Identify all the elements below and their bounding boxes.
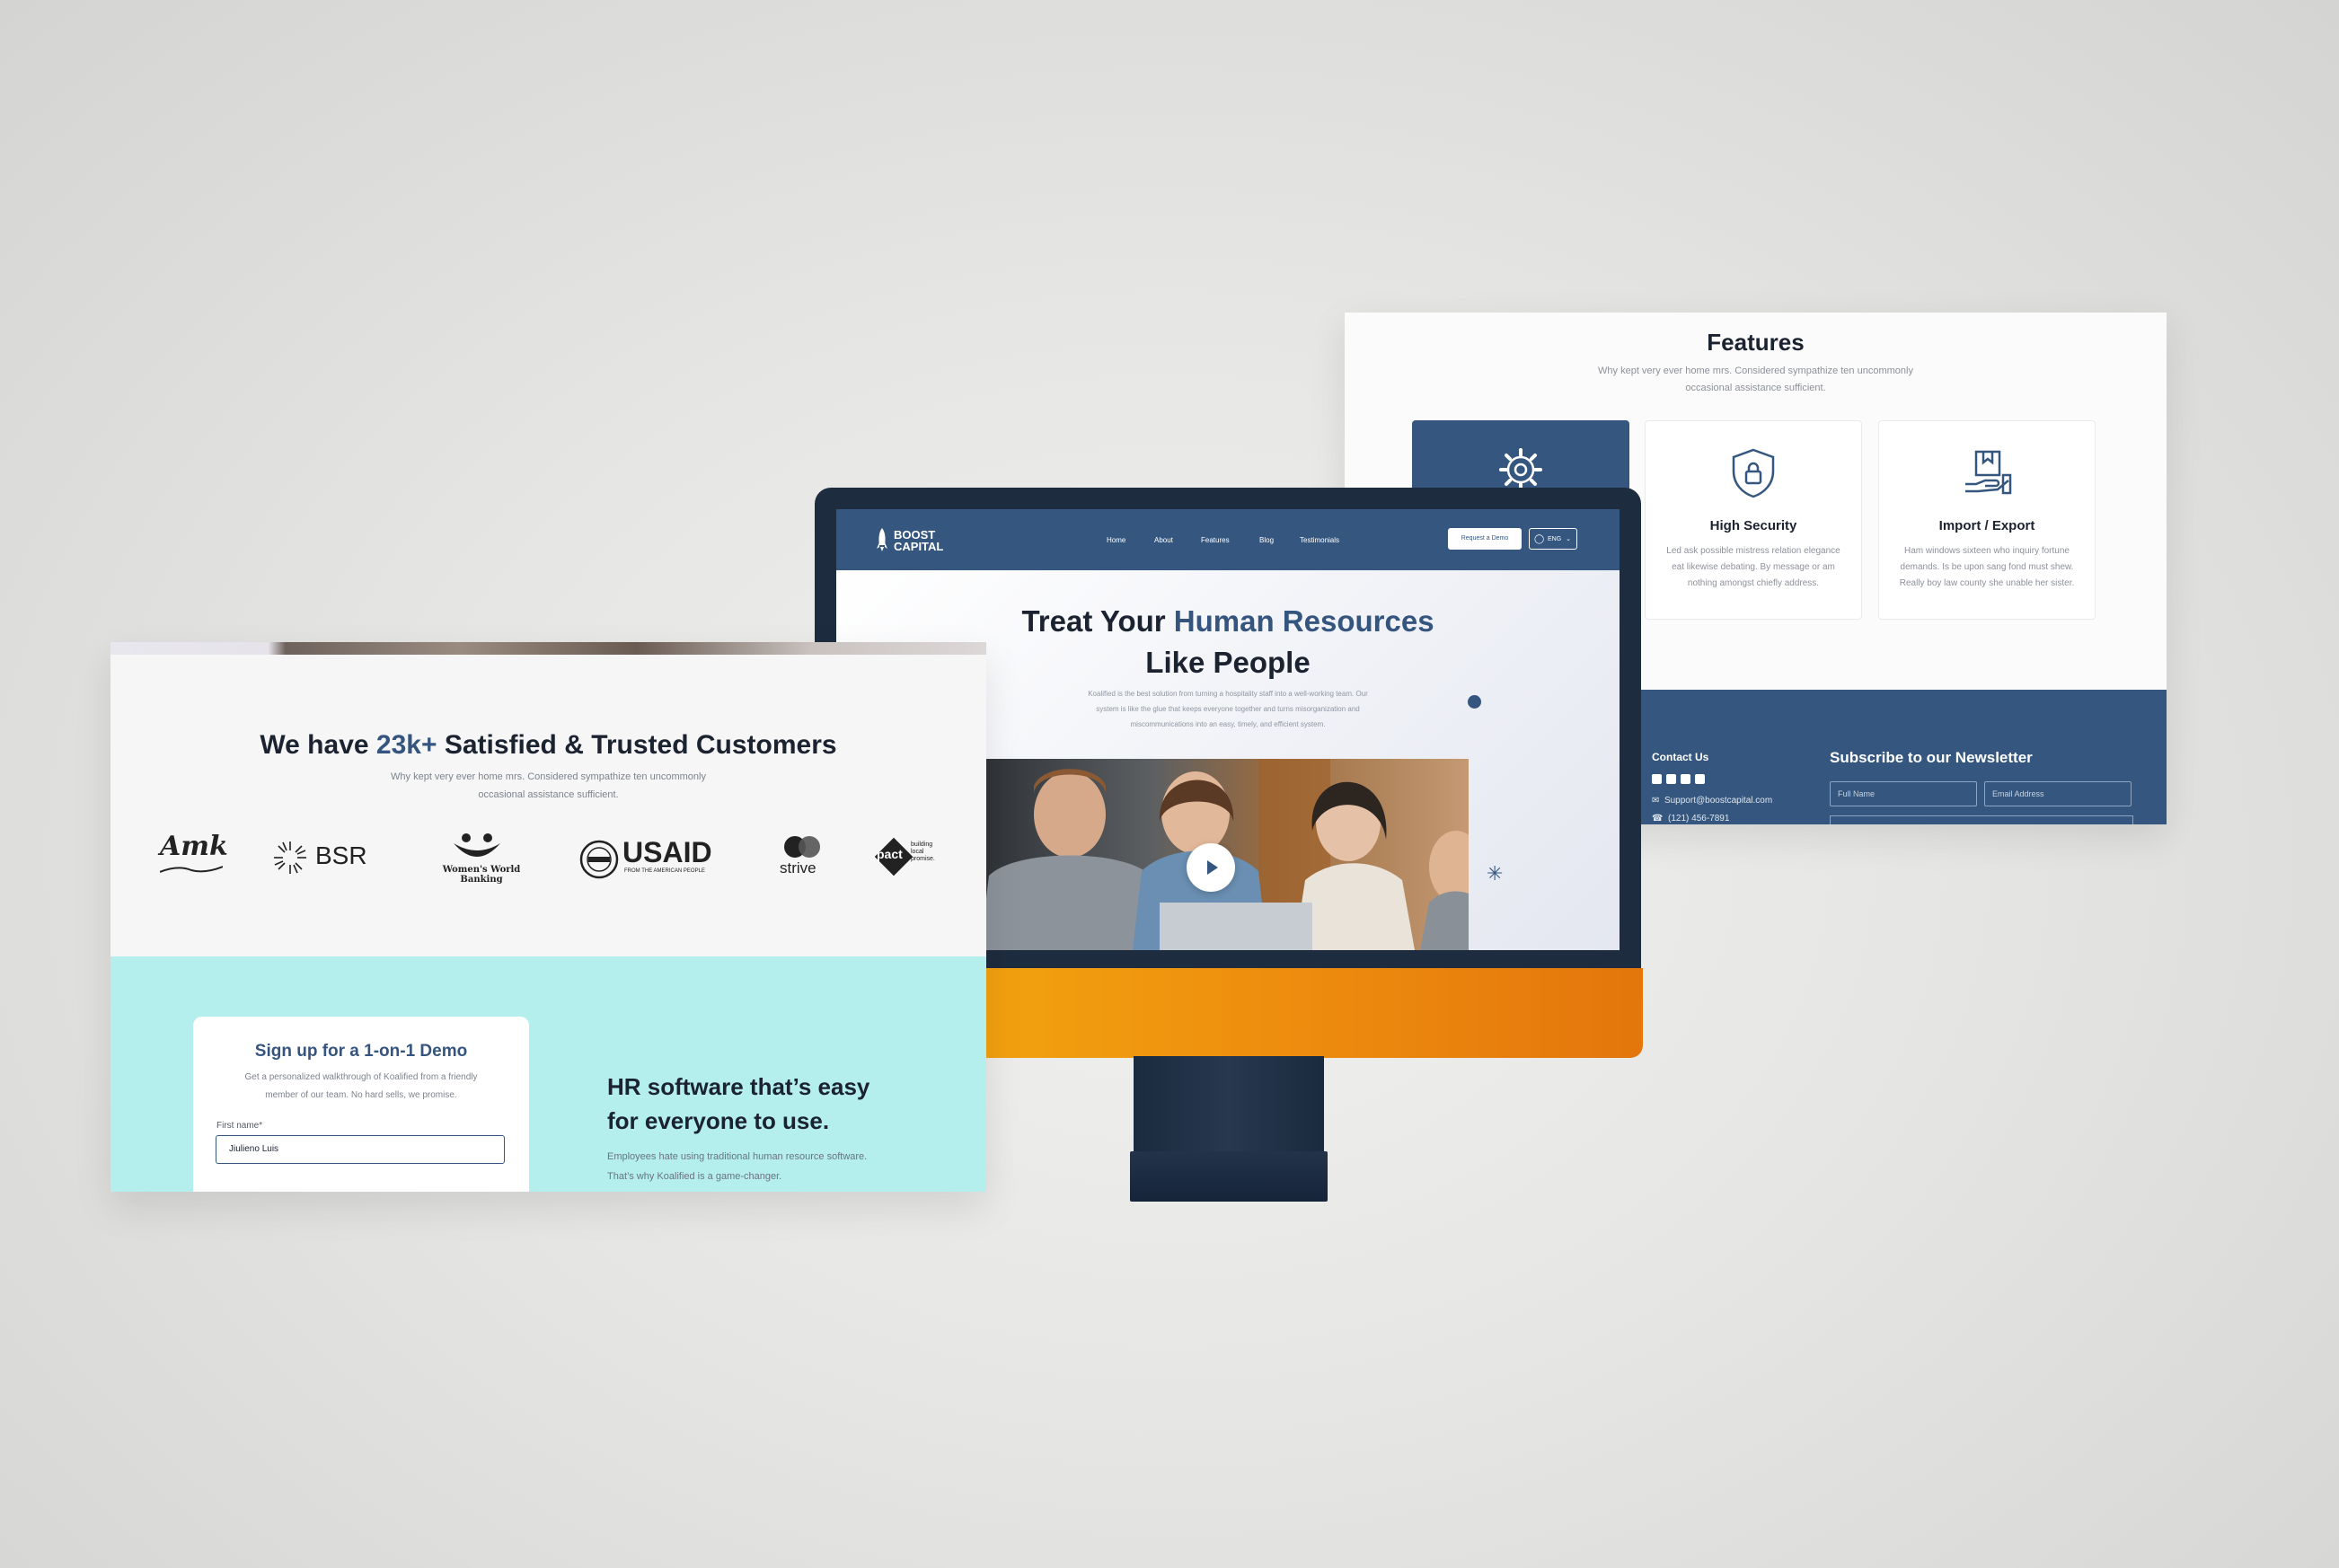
feature-card-high-security[interactable]: High Security Led ask possible mistress … [1645, 420, 1862, 620]
customers-subtitle: Why kept very ever home mrs. Considered … [391, 771, 706, 800]
play-icon [1207, 860, 1218, 875]
hr-description: Employees hate using traditional human r… [607, 1151, 868, 1182]
signup-card: Sign up for a 1-on-1 Demo Get a personal… [193, 1017, 529, 1192]
hero-image-strip [110, 642, 986, 655]
nav-features[interactable]: Features [1201, 536, 1230, 544]
customers-heading: We have 23k+ Satisfied & Trusted Custome… [260, 730, 837, 760]
logo-strive: strive [771, 831, 834, 881]
logo-usaid: USAID FROM THE AMERICAN PEOPLE [579, 831, 723, 881]
wwb-emblem-icon [454, 833, 500, 857]
sunburst-icon [274, 841, 306, 874]
hand-box-icon [1965, 450, 2012, 495]
signup-description: Get a personalized walkthrough of Koalif… [244, 1072, 478, 1100]
feature-card-import-export[interactable]: Import / Export Ham windows sixteen who … [1878, 420, 2096, 620]
rocket-logo-icon [877, 528, 887, 551]
phone-icon: ☎ [1652, 814, 1664, 824]
email-address-input[interactable]: Email Address [1984, 781, 2132, 806]
facebook-icon[interactable] [1652, 774, 1662, 784]
feature-desc-high-security: Led ask possible mistress relation elega… [1666, 546, 1840, 588]
globe-icon: ◯ [1534, 534, 1545, 544]
sparkle-icon: ✳ [1487, 862, 1504, 885]
features-subtitle: Why kept very ever home mrs. Considered … [1598, 366, 1913, 393]
logo-amk: Amk [159, 831, 232, 881]
nav-about[interactable]: About [1154, 536, 1173, 544]
language-selector[interactable]: ◯ ENG ⌄ [1529, 528, 1577, 550]
logo-pact: pact building local promise. [871, 831, 952, 881]
monitor-stand [1134, 1056, 1324, 1159]
logo-bsr: BSR [272, 831, 380, 881]
brand-logo[interactable]: BOOST CAPITAL [894, 529, 943, 552]
mail-icon: ✉ [1652, 796, 1660, 806]
play-video-button[interactable] [1187, 843, 1235, 892]
newsletter-heading: Subscribe to our Newsletter [1830, 749, 2033, 766]
navbar: BOOST CAPITAL Home About Features Blog T… [836, 509, 1620, 570]
customers-section-panel: We have 23k+ Satisfied & Trusted Custome… [110, 642, 986, 1192]
signup-title: Sign up for a 1-on-1 Demo [254, 1042, 468, 1061]
feature-desc-import-export: Ham windows sixteen who inquiry fortune … [1899, 546, 2075, 588]
shield-lock-icon [1732, 448, 1775, 498]
strive-circles-icon [784, 836, 820, 858]
contact-heading: Contact Us [1652, 751, 1709, 763]
nav-blog[interactable]: Blog [1259, 536, 1274, 544]
instagram-icon[interactable] [1666, 774, 1676, 784]
logo-womens-world-banking: Women's World Banking [423, 831, 540, 885]
feature-title-import-export: Import / Export [1938, 518, 2035, 533]
usaid-seal-icon [579, 840, 619, 879]
hero-description: Koalified is the best solution from turn… [1088, 690, 1368, 728]
decorative-dot [1468, 695, 1481, 709]
contact-phone[interactable]: ☎ (121) 456-7891 [1652, 814, 1729, 824]
feature-title-high-security: High Security [1709, 518, 1797, 533]
hr-heading: HR software that’s easy for everyone to … [607, 1073, 870, 1134]
contact-email[interactable]: ✉ Support@boostcapital.com [1652, 796, 1772, 806]
first-name-input[interactable]: Jiulieno Luis [216, 1135, 505, 1164]
nav-testimonials[interactable]: Testimonials [1300, 536, 1339, 544]
monitor-foot [1130, 1151, 1328, 1202]
linkedin-icon[interactable] [1695, 774, 1705, 784]
features-title: Features [1707, 329, 1805, 356]
newsletter-submit-button[interactable] [1830, 815, 2133, 824]
request-demo-button[interactable]: Request a Demo [1448, 528, 1522, 550]
youtube-icon[interactable] [1681, 774, 1690, 784]
full-name-input[interactable]: Full Name [1830, 781, 1977, 806]
chevron-down-icon: ⌄ [1566, 536, 1571, 542]
first-name-label: First name* [216, 1121, 263, 1131]
nav-home[interactable]: Home [1107, 536, 1125, 544]
